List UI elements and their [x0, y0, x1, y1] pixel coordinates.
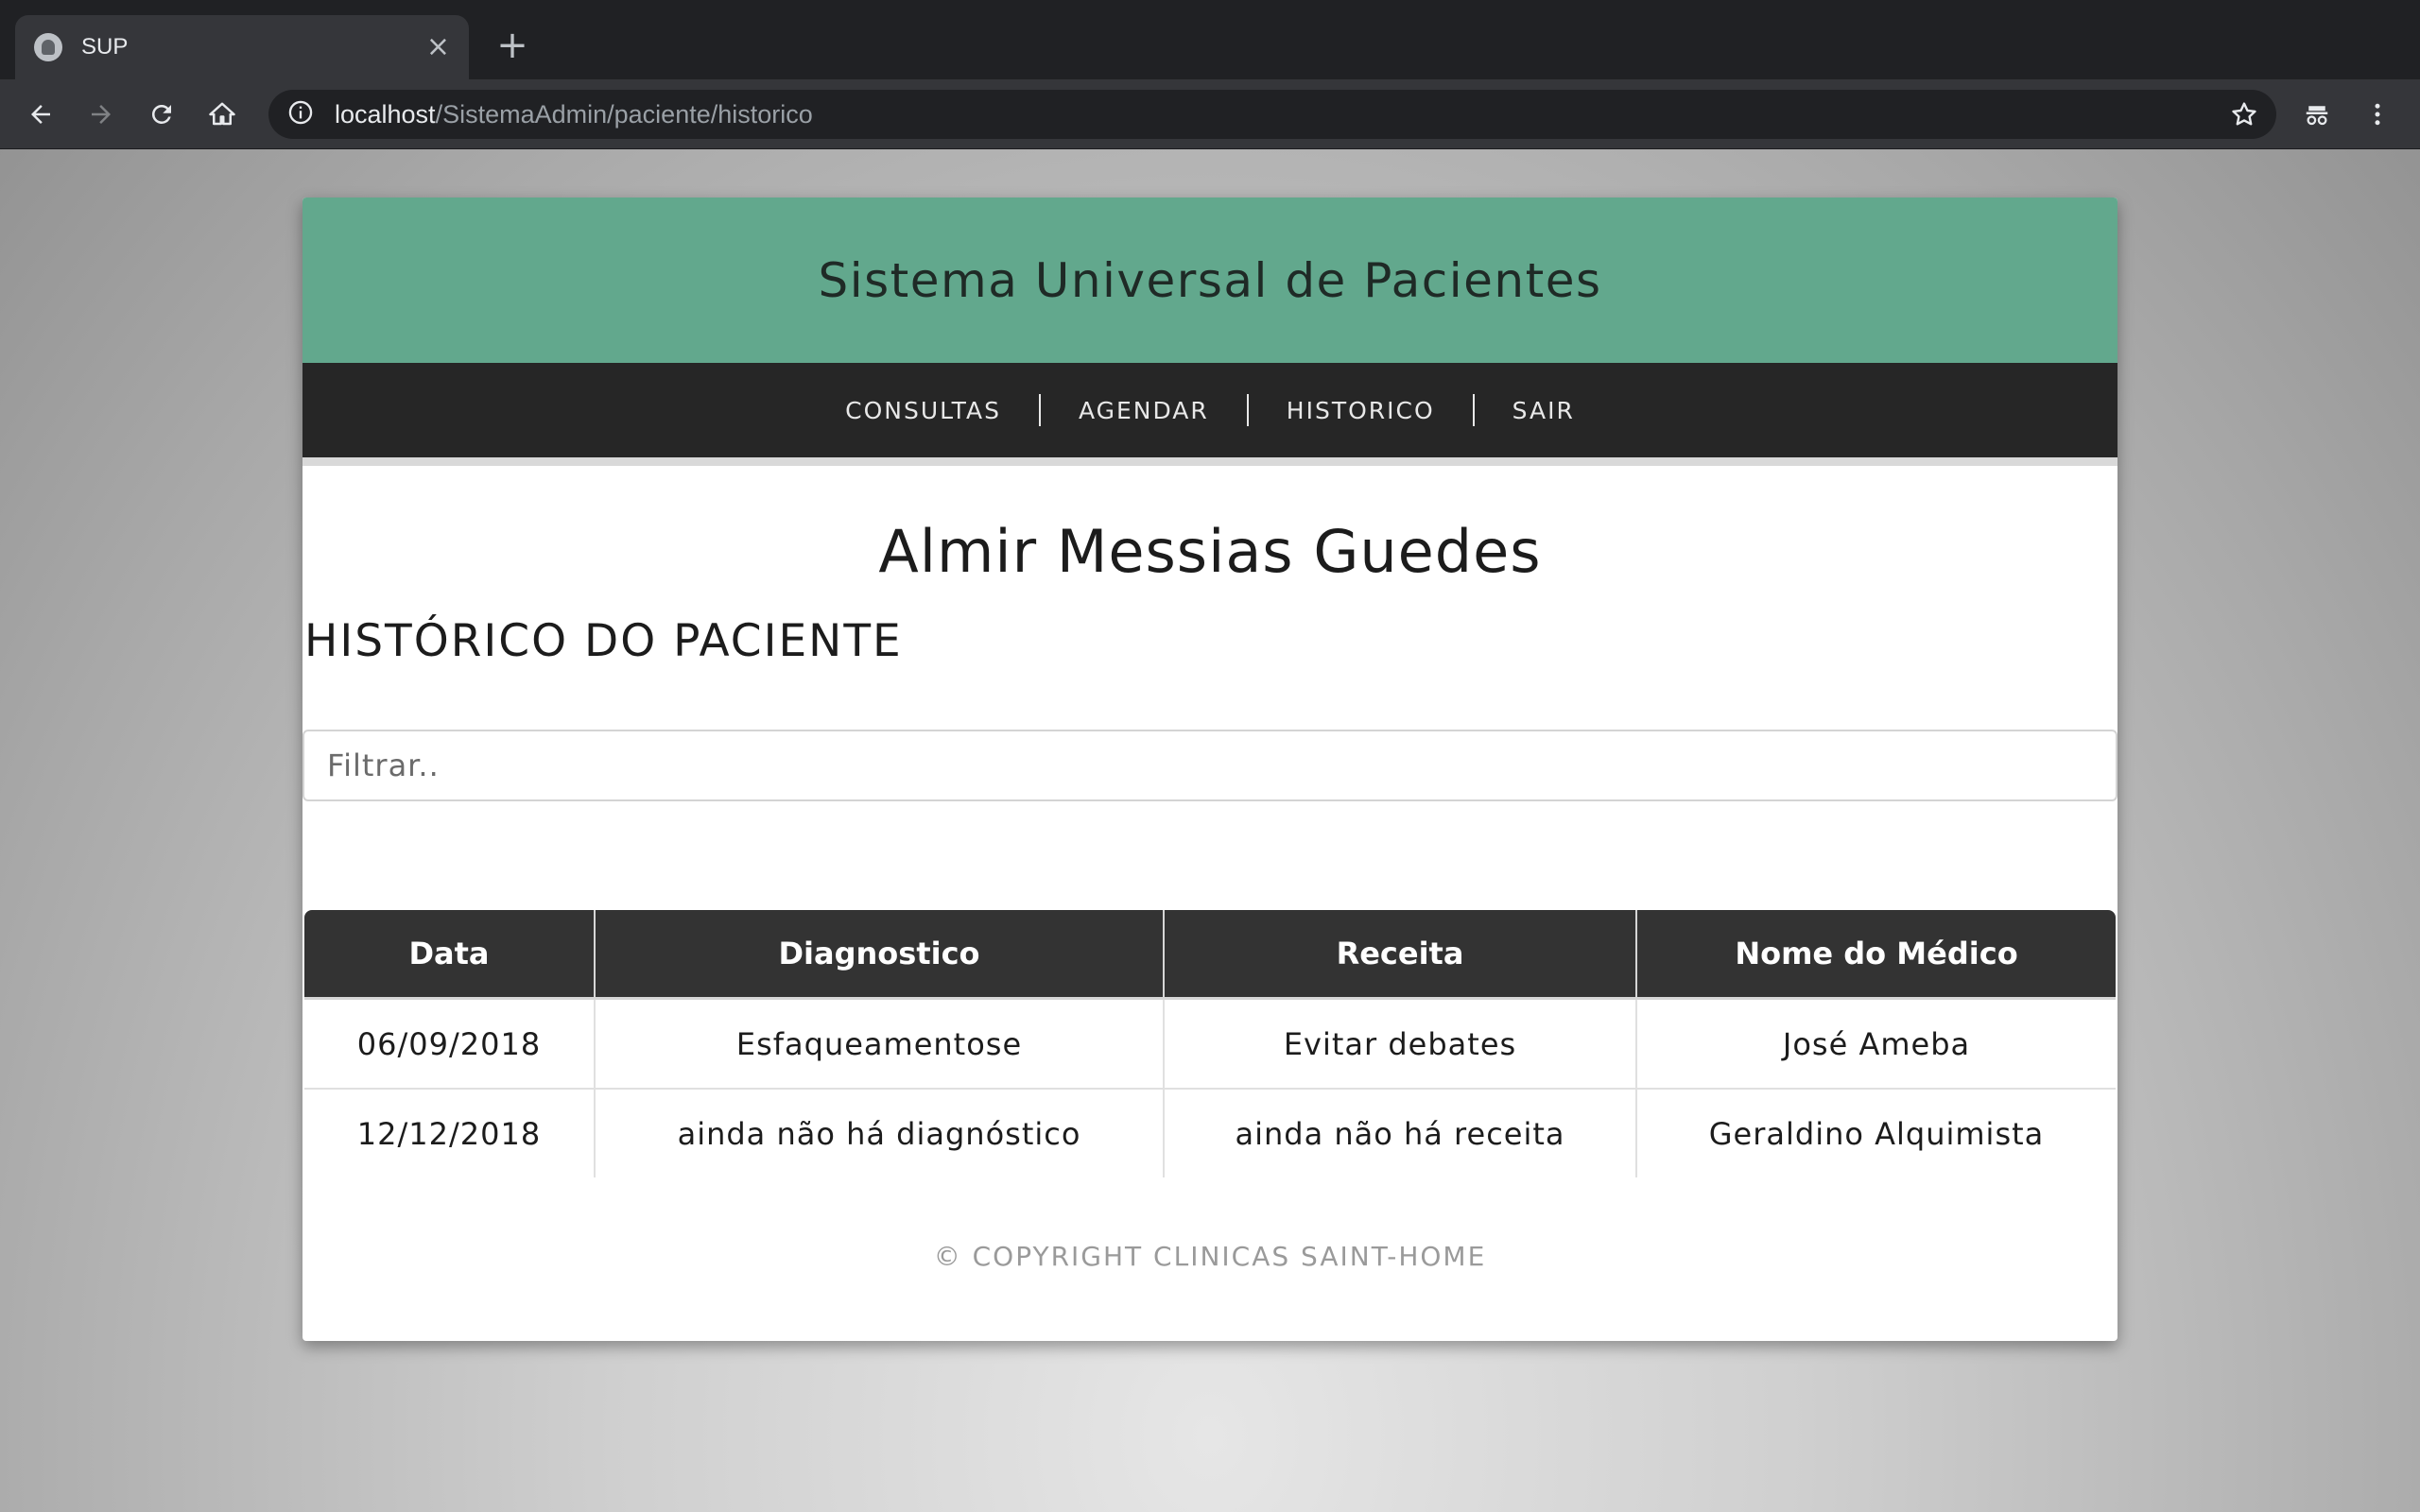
home-icon[interactable] — [202, 94, 242, 134]
cell-diagnostico: Esfaqueamentose — [594, 998, 1164, 1090]
section-title: HISTÓRICO DO PACIENTE — [304, 615, 903, 667]
cell-diagnostico: ainda não há diagnóstico — [594, 1089, 1164, 1177]
filter-input[interactable] — [302, 730, 2118, 801]
site-info-icon[interactable] — [287, 99, 314, 129]
table-row[interactable]: 06/09/2018 Esfaqueamentose Evitar debate… — [304, 998, 2116, 1090]
tab-title: SUP — [81, 34, 129, 60]
browser-tab-bar: SUP × + — [0, 0, 2420, 79]
cell-data: 12/12/2018 — [356, 1115, 542, 1152]
nav-item-historico[interactable]: HISTORICO — [1249, 397, 1473, 424]
footer-copyright: © COPYRIGHT CLINICAS SAINT-HOME — [933, 1241, 1487, 1272]
history-table: Data Diagnostico Receita Nome do Médico … — [304, 910, 2116, 1177]
bookmark-star-icon[interactable] — [2229, 99, 2259, 133]
page-card: Sistema Universal de Pacientes CONSULTAS… — [302, 198, 2118, 1341]
table-row[interactable]: 12/12/2018 ainda não há diagnóstico aind… — [304, 1089, 2116, 1177]
reload-icon[interactable] — [142, 94, 182, 134]
column-header-nome-medico[interactable]: Nome do Médico — [1635, 910, 2116, 1000]
site-header: Sistema Universal de Pacientes — [302, 198, 2118, 363]
url-host: localhost — [335, 99, 436, 129]
site-title: Sistema Universal de Pacientes — [818, 252, 1602, 308]
new-tab-icon[interactable]: + — [492, 25, 533, 66]
url-path: /SistemaAdmin/paciente/historico — [435, 99, 813, 129]
forward-arrow-icon[interactable] — [81, 94, 121, 134]
nav-item-consultas[interactable]: CONSULTAS — [807, 397, 1039, 424]
site-favicon-icon — [34, 33, 62, 61]
back-arrow-icon[interactable] — [21, 94, 60, 134]
browser-tab[interactable]: SUP × — [15, 15, 469, 79]
cell-receita: Evitar debates — [1163, 998, 1636, 1090]
table-header-row: Data Diagnostico Receita Nome do Médico — [304, 910, 2116, 1000]
main-nav: CONSULTAS AGENDAR HISTORICO SAIR — [302, 363, 2118, 457]
address-bar[interactable]: localhost /SistemaAdmin/paciente/histori… — [268, 90, 2276, 139]
cell-nome-medico: José Ameba — [1635, 998, 2116, 1090]
column-header-diagnostico[interactable]: Diagnostico — [594, 910, 1164, 1000]
close-tab-icon[interactable]: × — [426, 33, 450, 61]
patient-name: Almir Messias Guedes — [878, 517, 1542, 586]
nav-item-agendar[interactable]: AGENDAR — [1041, 397, 1247, 424]
browser-toolbar: localhost /SistemaAdmin/paciente/histori… — [0, 79, 2420, 149]
cell-data: 06/09/2018 — [304, 998, 595, 1090]
nav-divider-strip — [302, 457, 2118, 466]
cell-nome-medico: Geraldino Alquimista — [1635, 1089, 2116, 1177]
incognito-profile-icon[interactable] — [2297, 94, 2337, 134]
column-header-receita[interactable]: Receita — [1163, 910, 1636, 1000]
nav-item-sair[interactable]: SAIR — [1475, 397, 1613, 424]
browser-menu-icon[interactable] — [2358, 94, 2397, 134]
cell-receita: ainda não há receita — [1163, 1089, 1636, 1177]
column-header-data[interactable]: Data — [304, 910, 595, 1000]
